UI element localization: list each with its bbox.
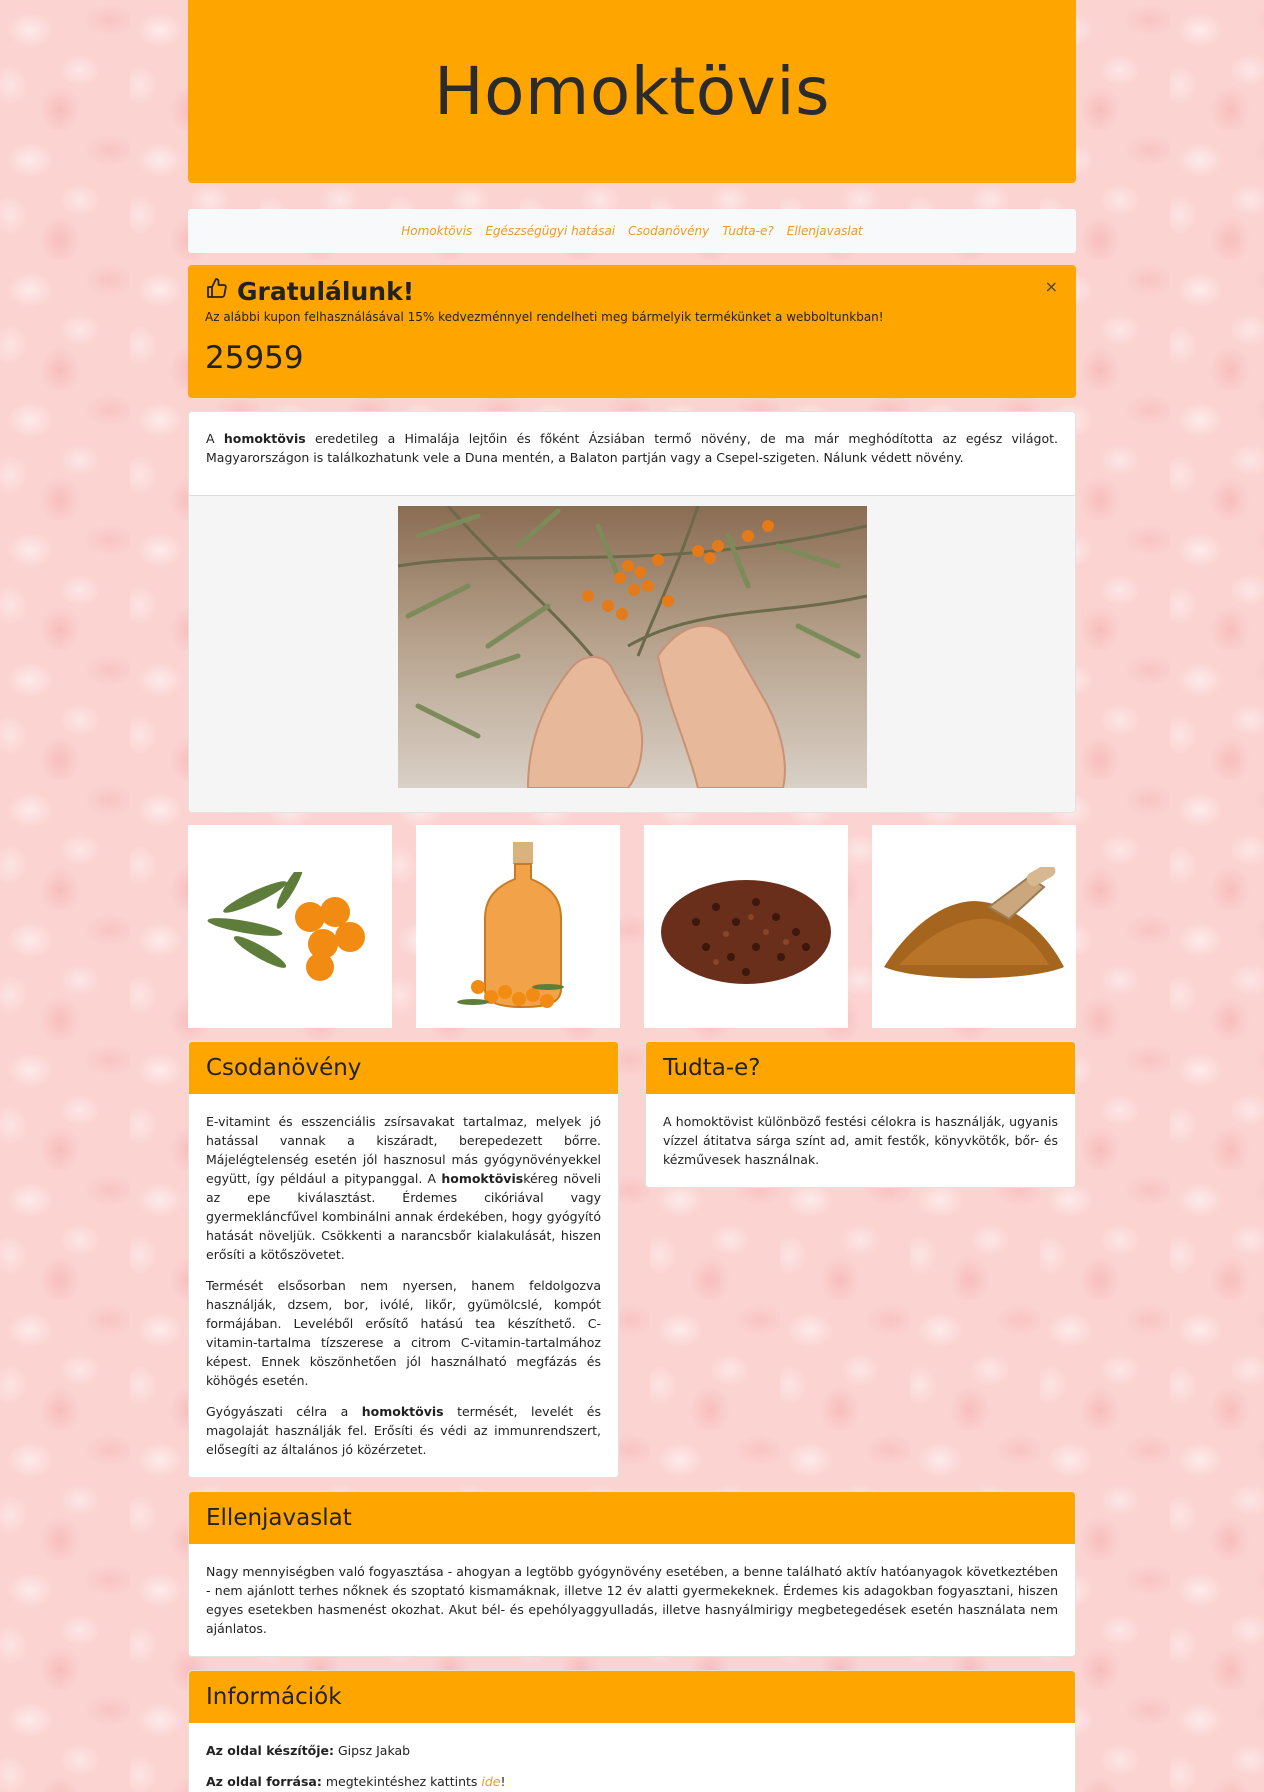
page-title: Homoktövis [434, 53, 830, 130]
alert-text: Az alábbi kupon felhasználásával 15% ked… [205, 310, 884, 324]
csodanoveny-title: Csodanövény [206, 1055, 362, 1081]
intro-card: A homoktövis eredetileg a Himalája lejtő… [188, 411, 1076, 813]
thumb-berries [188, 825, 392, 1028]
ellenjavaslat-header: Ellenjavaslat [189, 1492, 1075, 1544]
csodanoveny-paragraph-2: Termését elsősorban nem nyersen, hanem f… [206, 1278, 601, 1388]
ellenjavaslat-paragraph: Nagy mennyiségben való fogyasztása - aho… [206, 1564, 1058, 1636]
dried-berries-image [661, 879, 831, 984]
main-photo [397, 506, 867, 788]
intro-paragraph: A homoktövis eredetileg a Himalája lejtő… [189, 412, 1075, 496]
powder-image [884, 866, 1064, 978]
page-container: Homoktövis Homoktövis Egészségügyi hatás… [188, 0, 1076, 1792]
tudta-header: Tudta-e? [646, 1042, 1075, 1094]
tudta-paragraph: A homoktövist különböző festési célokra … [663, 1114, 1058, 1167]
alert-heading: Gratulálunk! [205, 276, 1059, 306]
source-label: Az oldal forrása: [206, 1774, 322, 1789]
thumbs-up-icon [205, 276, 229, 306]
oil-bottle-image [457, 841, 564, 1008]
ellenjavaslat-panel: Ellenjavaslat Nagy mennyiségben való fog… [188, 1491, 1076, 1657]
source-link[interactable]: ide [481, 1774, 500, 1789]
main-photo-area [189, 496, 1075, 812]
thumb-oil [416, 825, 620, 1028]
source-line: Az oldal forrása: megtekintéshez kattint… [206, 1774, 506, 1789]
csodanoveny-body: E-vitamint és esszenciális zsírsavakat t… [189, 1094, 618, 1477]
product-thumbnails [188, 825, 1076, 1028]
thumb-dried [644, 825, 848, 1028]
nav-link-ellenjavaslat[interactable]: Ellenjavaslat [787, 224, 863, 238]
content-columns: Csodanövény E-vitamint és esszenciális z… [188, 1041, 1076, 1478]
info-header: Információk [189, 1671, 1075, 1723]
csodanoveny-paragraph-3: Gyógyászati célra a homoktövis termését,… [206, 1404, 601, 1457]
tudta-panel: Tudta-e? A homoktövist különböző festési… [645, 1041, 1076, 1188]
info-body: Az oldal készítője: Gipsz Jakab Az oldal… [189, 1723, 1075, 1792]
alert-title: Gratulálunk! [237, 276, 415, 306]
csodanoveny-paragraph-1: E-vitamint és esszenciális zsírsavakat t… [206, 1114, 601, 1262]
top-nav: Homoktövis Egészségügyi hatásai Csodanöv… [188, 209, 1076, 253]
ellenjavaslat-body: Nagy mennyiségben való fogyasztása - aho… [189, 1544, 1075, 1656]
nav-link-egeszsegugyi-hatasai[interactable]: Egészségügyi hatásai [485, 224, 615, 238]
thumb-powder [872, 825, 1076, 1028]
ellenjavaslat-title: Ellenjavaslat [206, 1505, 352, 1531]
csodanoveny-panel: Csodanövény E-vitamint és esszenciális z… [188, 1041, 619, 1478]
author-name: Gipsz Jakab [333, 1743, 411, 1758]
page-header: Homoktövis [188, 0, 1076, 183]
info-title: Információk [206, 1684, 342, 1710]
nav-link-csodanoveny[interactable]: Csodanövény [628, 224, 709, 238]
author-label: Az oldal készítője: [206, 1743, 334, 1758]
coupon-code: 25959 [205, 340, 304, 376]
coupon-alert: Gratulálunk! Az alábbi kupon felhasználá… [188, 265, 1076, 398]
berries-image [207, 871, 365, 981]
nav-link-homoktovis[interactable]: Homoktövis [401, 224, 472, 238]
tudta-title: Tudta-e? [663, 1055, 761, 1081]
author-line: Az oldal készítője: Gipsz Jakab [206, 1741, 1058, 1760]
tudta-body: A homoktövist különböző festési célokra … [646, 1094, 1075, 1187]
nav-link-tudta-e[interactable]: Tudta-e? [722, 224, 774, 238]
info-panel: Információk Az oldal készítője: Gipsz Ja… [188, 1670, 1076, 1792]
close-icon[interactable]: × [1045, 277, 1058, 296]
csodanoveny-header: Csodanövény [189, 1042, 618, 1094]
